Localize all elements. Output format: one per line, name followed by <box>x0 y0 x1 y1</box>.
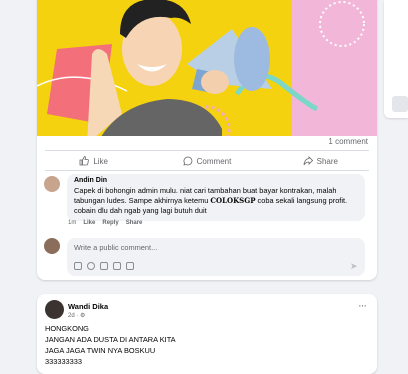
more-options-icon[interactable]: ··· <box>358 300 367 312</box>
comment-reply-link[interactable]: Reply <box>102 220 118 226</box>
send-icon[interactable]: ➤ <box>350 261 359 271</box>
post-author[interactable]: Wandi Dika <box>68 302 108 311</box>
post-text-line: HONGKONG <box>45 324 89 333</box>
comment-button[interactable]: Comment <box>150 153 263 169</box>
post-card: 1 comment Like Comment Share Andin Din C… <box>37 0 377 280</box>
post-card-2: Wandi Dika 2d · ⚙ ··· HONGKONG JANGAN AD… <box>37 294 377 374</box>
comment-text: Capek di bohongin admin mulu. niat cari … <box>74 186 358 216</box>
comment-meta: 1m Like Reply Share <box>68 220 142 226</box>
share-label: Share <box>316 156 338 166</box>
like-label: Like <box>93 156 108 166</box>
comment-brand: COLOKSGP <box>210 196 256 205</box>
comment-bubble: Andin Din Capek di bohongin admin mulu. … <box>67 174 365 221</box>
comment-icon <box>183 156 192 166</box>
like-button[interactable]: Like <box>37 153 150 169</box>
reply-icons <box>74 262 134 270</box>
sticker-icon[interactable] <box>74 262 82 270</box>
comment-label: Comment <box>196 156 232 166</box>
comment: Andin Din Capek di bohongin admin mulu. … <box>44 174 370 228</box>
camera-icon[interactable] <box>100 262 108 270</box>
emoji-icon[interactable] <box>87 262 95 270</box>
post-time[interactable]: 2d · ⚙ <box>68 312 85 319</box>
comment-share-link[interactable]: Share <box>126 220 143 226</box>
comment-input-placeholder: Write a public comment... <box>74 243 158 252</box>
thumbs-up-icon <box>79 156 90 166</box>
avatar[interactable] <box>44 238 60 254</box>
comment-like-link[interactable]: Like <box>83 220 95 226</box>
share-icon <box>303 156 313 166</box>
comment-count[interactable]: 1 comment <box>328 137 368 146</box>
comment-time[interactable]: 1m <box>68 220 76 226</box>
divider <box>45 150 369 151</box>
avatar-sticker-icon[interactable] <box>126 262 134 270</box>
gif-icon[interactable] <box>113 262 121 270</box>
right-panel-bar <box>392 96 408 112</box>
post-actions: Like Comment Share <box>37 153 377 169</box>
share-button[interactable]: Share <box>264 153 377 169</box>
divider <box>45 170 369 171</box>
avatar[interactable] <box>44 176 60 192</box>
comment-author[interactable]: Andin Din <box>74 177 358 184</box>
post-text-line: JANGAN ADA DUSTA DI ANTARA KITA <box>45 335 176 344</box>
comment-input[interactable]: Write a public comment... ➤ <box>67 238 365 276</box>
post-text-line: JAGA JAGA TWIN NYA BOSKUU <box>45 346 156 355</box>
post-text-line: 333333333 <box>45 357 82 366</box>
reply-box: Write a public comment... ➤ <box>44 238 370 276</box>
avatar[interactable] <box>45 300 64 319</box>
post-image[interactable] <box>37 0 377 136</box>
